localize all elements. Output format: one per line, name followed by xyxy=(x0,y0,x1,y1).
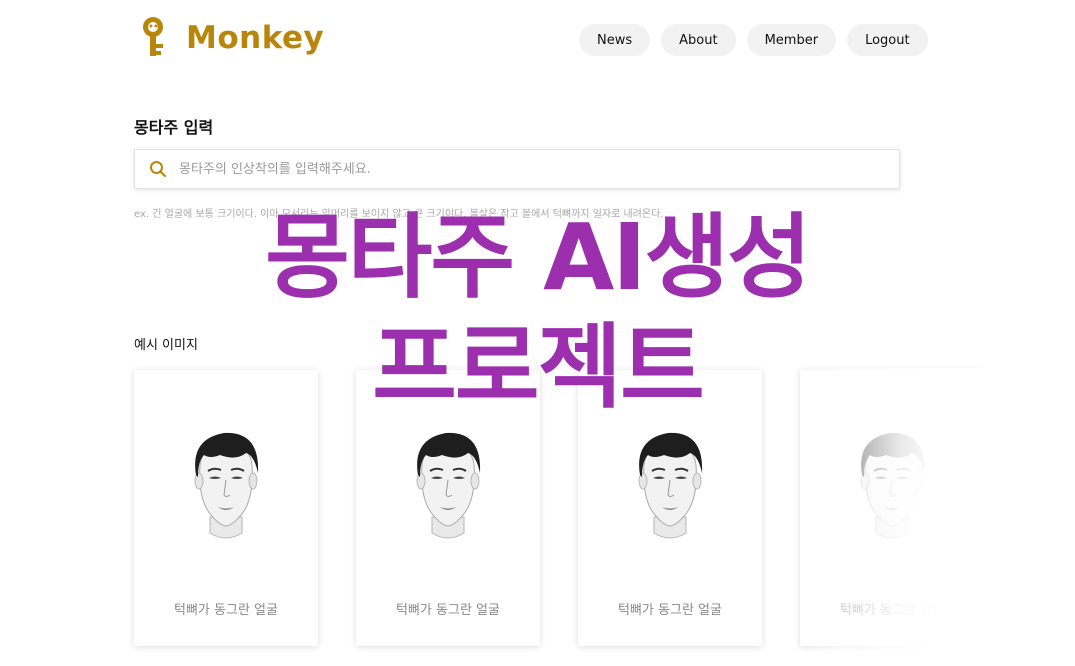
example-card[interactable]: 턱뼈가 동그란 얼굴 xyxy=(134,370,318,646)
examples-title: 예시 이미지 xyxy=(134,338,198,353)
example-card[interactable]: 턱뼈가 동그란 얼굴 xyxy=(800,370,984,646)
input-section-title: 몽타주 입력 xyxy=(134,118,214,137)
search-icon xyxy=(150,161,166,177)
card-caption: 턱뼈가 동그란 얼굴 xyxy=(618,603,722,618)
montage-description-input[interactable] xyxy=(177,149,899,189)
example-card[interactable]: 턱뼈가 동그란 얼굴 xyxy=(356,370,540,646)
montage-face-image xyxy=(638,431,704,539)
logo[interactable]: Monkey xyxy=(140,16,324,60)
top-nav: News About Member Logout xyxy=(579,24,928,56)
montage-face-image xyxy=(194,431,260,539)
nav-logout-button[interactable]: Logout xyxy=(847,24,928,56)
example-card[interactable]: 턱뼈가 동그란 얼굴 xyxy=(578,370,762,646)
banner-title: 몽타주 AI생성 xyxy=(0,212,1075,304)
card-caption: 턱뼈가 동그란 얼굴 xyxy=(840,603,944,618)
nav-member-button[interactable]: Member xyxy=(746,24,837,56)
banner-line-1: 몽타주 AI생성 xyxy=(265,204,812,311)
nav-news-button[interactable]: News xyxy=(579,24,651,56)
montage-face-image xyxy=(860,431,926,539)
search-box[interactable] xyxy=(134,149,900,189)
nav-about-button[interactable]: About xyxy=(661,24,736,56)
example-hint: ex. 긴 얼굴에 보통 크기이다. 이마 모서리는 앞머리를 보이지 않고 큰… xyxy=(134,209,664,220)
brand-name: Monkey xyxy=(186,20,325,56)
card-caption: 턱뼈가 동그란 얼굴 xyxy=(174,603,278,618)
montage-face-image xyxy=(416,431,482,539)
card-caption: 턱뼈가 동그란 얼굴 xyxy=(396,603,500,618)
monkey-key-icon xyxy=(143,17,163,56)
